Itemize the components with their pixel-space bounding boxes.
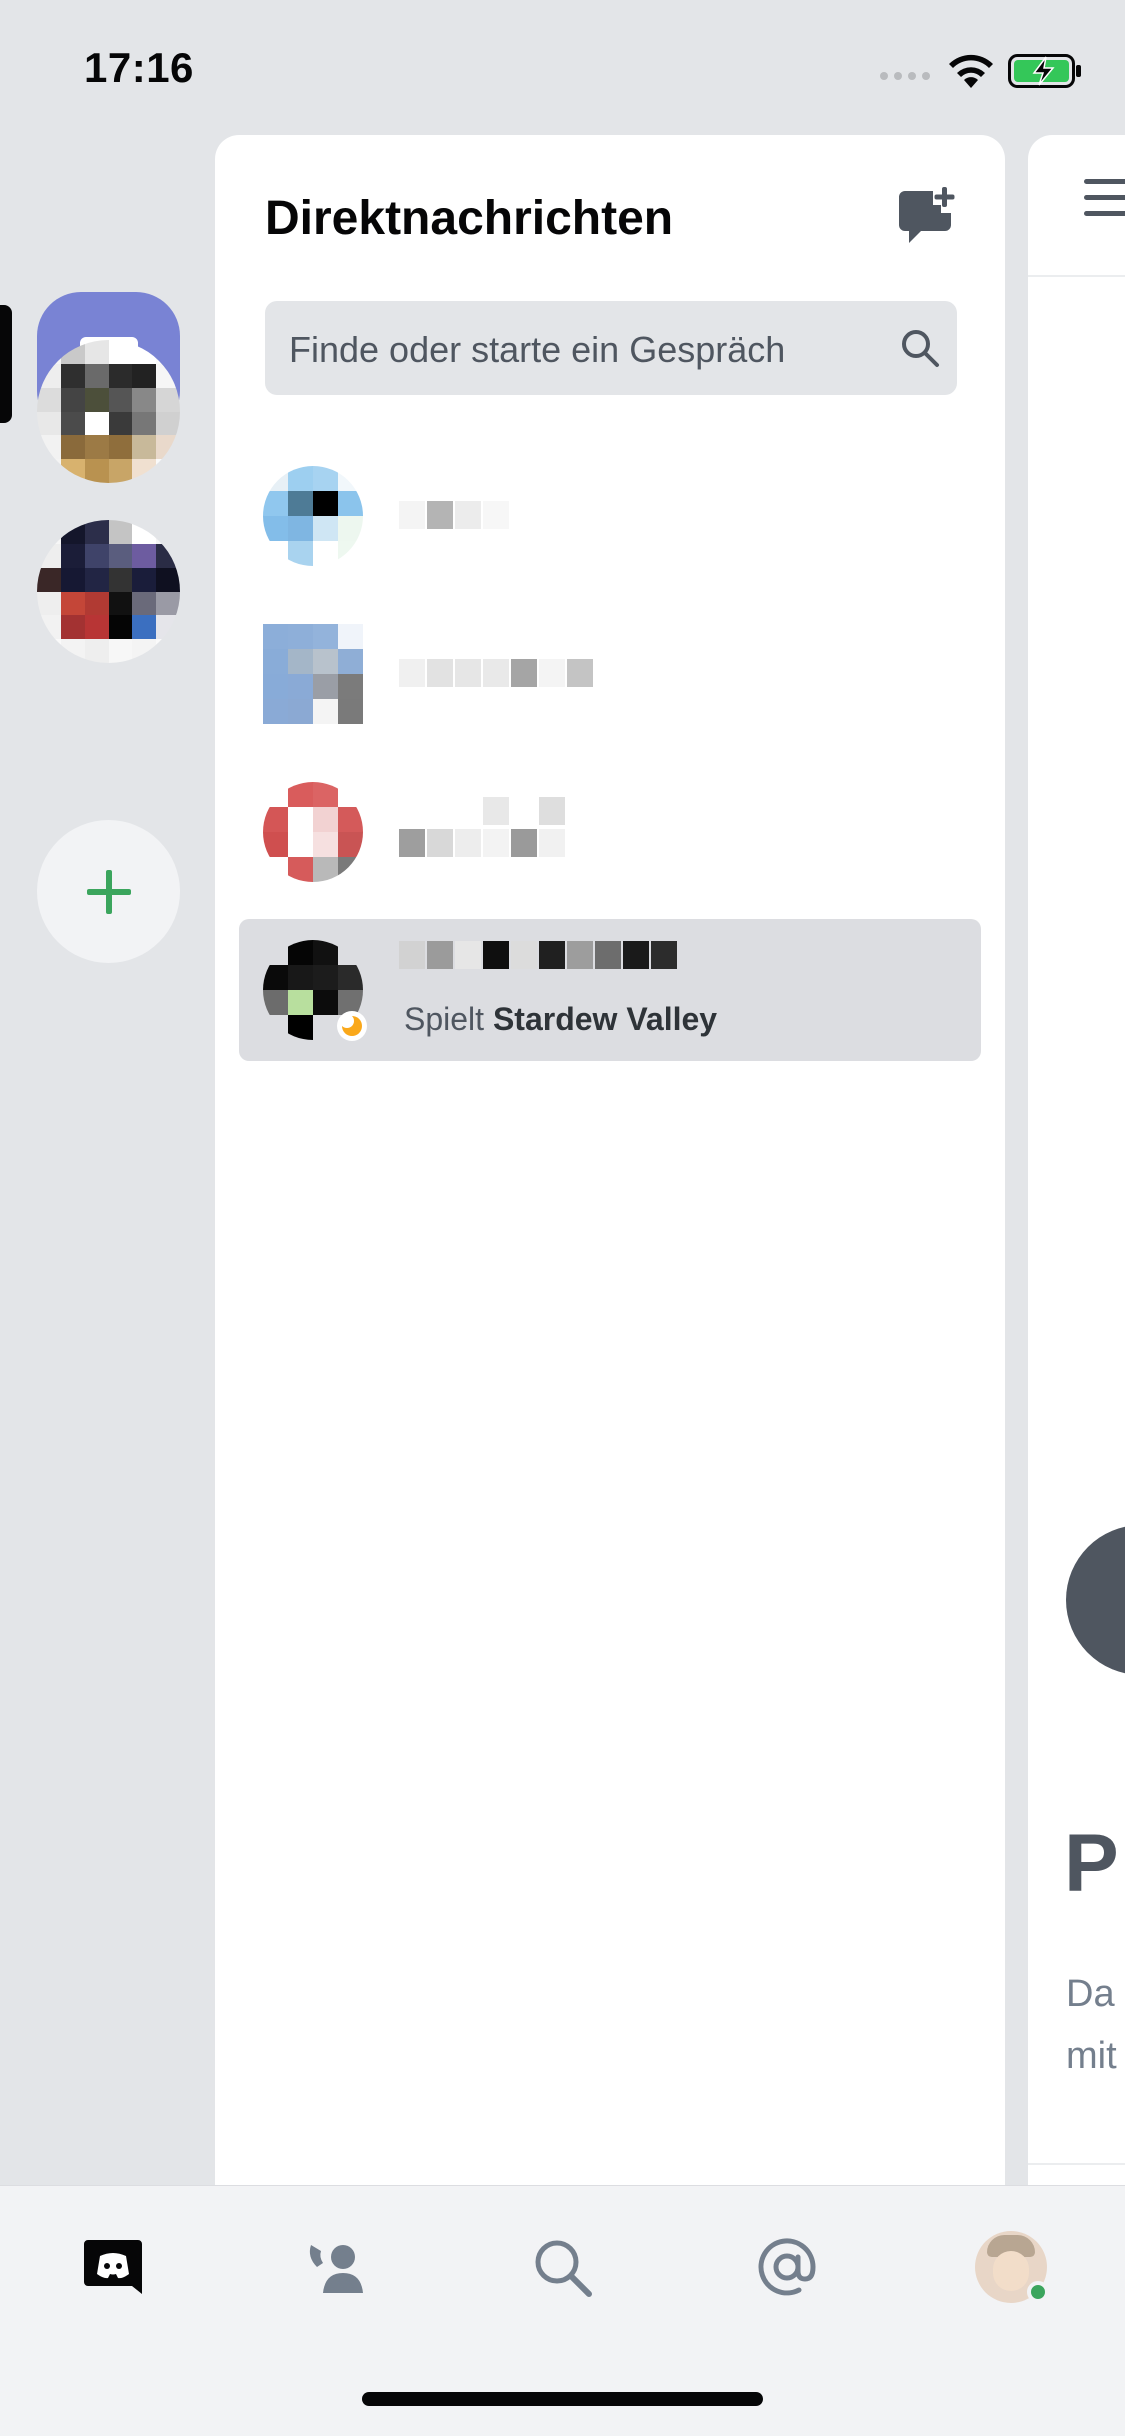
username-redacted [399, 941, 677, 973]
list-item[interactable] [239, 445, 981, 587]
hamburger-menu-icon[interactable] [1084, 179, 1125, 219]
status-time: 17:16 [84, 44, 194, 91]
welcome-text-line: Da [1066, 1973, 1115, 2015]
avatar [263, 782, 363, 882]
tab-mentions[interactable] [742, 2222, 832, 2312]
server-icon[interactable] [37, 340, 180, 483]
server-rail [0, 135, 215, 2185]
welcome-text-line: mit [1066, 2035, 1117, 2077]
avatar [263, 466, 363, 566]
tab-friends[interactable] [293, 2222, 383, 2312]
avatar [263, 624, 363, 724]
status-bar: 17:16 [0, 0, 1125, 135]
welcome-heading: P [1064, 1818, 1119, 1909]
new-message-icon[interactable] [895, 185, 959, 249]
chat-panel-peek: P Da mit [1028, 135, 1125, 2185]
tab-home[interactable] [68, 2222, 158, 2312]
welcome-illustration [1066, 1525, 1125, 1675]
selected-indicator [0, 305, 12, 423]
activity-prefix: Spielt [404, 1001, 485, 1037]
tab-profile[interactable] [966, 2222, 1056, 2312]
search-icon [535, 2240, 592, 2297]
home-indicator [362, 2392, 763, 2406]
plus-icon [86, 869, 131, 914]
search-placeholder: Finde oder starte ein Gespräch [289, 329, 786, 370]
status-redacted [399, 829, 565, 861]
profile-avatar-icon [975, 2231, 1049, 2303]
search-input[interactable]: Finde oder starte ein Gespräch [265, 301, 957, 395]
username-redacted [399, 797, 565, 829]
battery-charging-icon [1008, 54, 1081, 88]
discord-home-icon [84, 2240, 142, 2294]
page-title: Direktnachrichten [265, 192, 674, 245]
search-icon [902, 330, 939, 367]
divider [1028, 275, 1125, 277]
discord-dm-screen: 17:16 Direktnachrichten Finde oder start… [0, 0, 1125, 2436]
server-icon[interactable] [37, 520, 180, 663]
add-server-button[interactable] [37, 820, 180, 963]
friends-icon [309, 2245, 363, 2293]
welcome-text: Da mit [1066, 1963, 1117, 2087]
list-item[interactable] [239, 603, 981, 745]
direct-messages-panel: Direktnachrichten Finde oder starte ein … [215, 135, 1005, 2185]
tab-search[interactable] [517, 2222, 607, 2312]
list-item[interactable] [239, 761, 981, 903]
divider [1028, 2163, 1125, 2165]
idle-status-icon [337, 1011, 367, 1041]
activity-game: Stardew Valley [492, 1001, 718, 1037]
list-item[interactable]: Spielt Stardew Valley [239, 919, 981, 1061]
activity-status: Spielt Stardew Valley [404, 1001, 717, 1038]
wifi-icon [949, 54, 993, 88]
mentions-icon [758, 2238, 816, 2296]
cellular-signal-icon [880, 72, 930, 80]
username-redacted [399, 501, 509, 533]
username-redacted [399, 659, 593, 691]
